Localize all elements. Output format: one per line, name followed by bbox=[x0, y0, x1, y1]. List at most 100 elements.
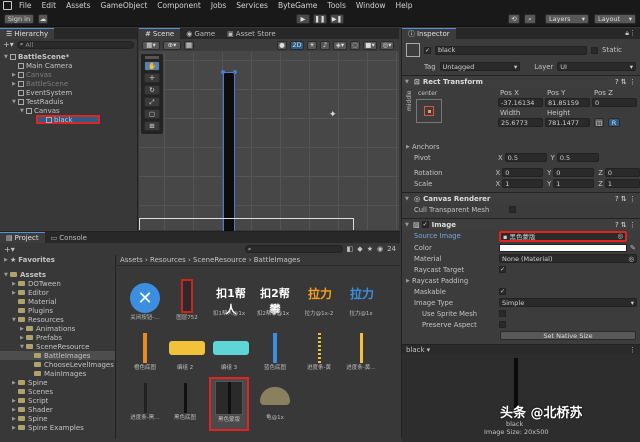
object-picker-icon[interactable]: ◎ bbox=[628, 255, 634, 263]
asset-item[interactable]: 进度条-黄 bbox=[301, 333, 337, 379]
active-toggle[interactable]: ✓ bbox=[424, 46, 431, 54]
rotate-tool-icon[interactable]: ↻ bbox=[144, 85, 160, 95]
mode-2d-button[interactable]: 2D bbox=[290, 40, 304, 50]
folder-item[interactable]: BattleImages bbox=[0, 351, 115, 360]
asset-item-selected[interactable]: 黑色蒙版 bbox=[209, 377, 249, 431]
folder-item[interactable]: ▶ Spine Examples bbox=[0, 423, 115, 432]
menu-help[interactable]: Help bbox=[390, 1, 417, 10]
hierarchy-item[interactable]: EventSystem bbox=[0, 88, 137, 97]
hierarchy-item[interactable]: black bbox=[36, 115, 100, 124]
anchor-handle[interactable] bbox=[233, 70, 237, 74]
visibility-icon[interactable]: ◌ bbox=[350, 40, 360, 50]
width-field[interactable]: 25.6773 bbox=[498, 118, 543, 127]
menu-services[interactable]: Services bbox=[231, 1, 273, 10]
search-icon[interactable]: ⌕ bbox=[524, 14, 536, 24]
menu-gameobject[interactable]: GameObject bbox=[96, 1, 153, 10]
rotation-x-field[interactable]: 0 bbox=[502, 168, 544, 177]
eyedropper-icon[interactable]: ✎ bbox=[630, 244, 636, 252]
hand-tool-icon[interactable]: ✋ bbox=[144, 61, 160, 71]
component-menu-icon[interactable]: ? ⇅ ⋮ bbox=[615, 195, 640, 203]
posy-field[interactable]: 81.85159 bbox=[545, 98, 590, 107]
asset-item[interactable]: 编组 2 bbox=[167, 333, 207, 379]
scale-tool-icon[interactable]: ⤢ bbox=[144, 97, 160, 107]
tab-scene[interactable]: # Scene bbox=[139, 28, 181, 39]
draw-mode-icon[interactable]: ▦▾ bbox=[142, 40, 160, 50]
folder-item[interactable]: ▼ Resources bbox=[0, 315, 115, 324]
anchor-preset-button[interactable] bbox=[416, 99, 442, 123]
image-header[interactable]: ▼ ▨ ✓ Image ? ⇅ ⋮ bbox=[402, 218, 640, 230]
preview-menu-icon[interactable]: ⋮ bbox=[629, 346, 640, 354]
scale-x-field[interactable]: 1 bbox=[502, 179, 544, 188]
cloud-icon[interactable]: ☁ bbox=[38, 14, 48, 24]
tab-inspector[interactable]: ⓘ Inspector bbox=[402, 28, 456, 39]
maskable-checkbox[interactable]: ✓ bbox=[499, 288, 506, 295]
play-button[interactable]: ▶ bbox=[296, 14, 310, 24]
folder-item[interactable]: ▶ DOTween bbox=[0, 279, 115, 288]
tab-project[interactable]: ▤ Project bbox=[0, 232, 45, 243]
asset-item[interactable]: 拉力 拉力@1x-2 bbox=[301, 285, 339, 329]
favorites-item[interactable]: ▶ ★ Favorites bbox=[0, 255, 115, 264]
rotation-y-field[interactable]: 0 bbox=[553, 168, 595, 177]
menu-component[interactable]: Component bbox=[152, 1, 206, 10]
folder-item[interactable]: ▶ Editor bbox=[0, 288, 115, 297]
project-search-input[interactable]: ⌕ bbox=[244, 245, 343, 253]
hierarchy-item[interactable]: Main Camera bbox=[0, 61, 137, 70]
asset-item[interactable]: ✕ 关闭按钮-… bbox=[127, 283, 163, 329]
pivot-x-field[interactable]: 0.5 bbox=[504, 153, 547, 162]
pivot-icon[interactable]: ⊕▾ bbox=[163, 40, 181, 50]
canvas-renderer-header[interactable]: ▼ ◎ Canvas Renderer ? ⇅ ⋮ bbox=[402, 192, 640, 204]
audio-icon[interactable]: ♪ bbox=[320, 40, 330, 50]
posx-field[interactable]: -37.16134 bbox=[498, 98, 543, 107]
folder-item[interactable]: ▶ Animations bbox=[0, 324, 115, 333]
rect-transform-header[interactable]: ▼ ⊡ Rect Transform ? ⇅ ⋮ bbox=[402, 75, 640, 87]
image-enabled-checkbox[interactable]: ✓ bbox=[421, 221, 429, 228]
rect-tool-icon[interactable]: ▢ bbox=[144, 109, 160, 119]
folder-item[interactable]: Plugins bbox=[0, 306, 115, 315]
folder-item[interactable]: ▶ Script bbox=[0, 396, 115, 405]
asset-item[interactable]: 拉力 拉力@1x bbox=[343, 285, 381, 329]
object-picker-icon[interactable]: ◎ bbox=[617, 232, 623, 240]
component-menu-icon[interactable]: ? ⇅ ⋮ bbox=[615, 78, 640, 86]
effects-icon[interactable]: ◈▾ bbox=[333, 40, 347, 50]
black-rect-object[interactable] bbox=[223, 72, 235, 232]
use-sprite-mesh-checkbox[interactable] bbox=[499, 310, 506, 317]
component-menu-icon[interactable]: ? ⇅ ⋮ bbox=[615, 221, 640, 229]
asset-item[interactable]: 进度条-黑… bbox=[127, 383, 163, 429]
breadcrumb-item[interactable]: Assets bbox=[120, 256, 143, 264]
asset-item[interactable]: 图层752 bbox=[169, 279, 205, 329]
folder-item[interactable]: ▶ Spine bbox=[0, 414, 115, 423]
shading-icon[interactable]: ● bbox=[277, 40, 287, 50]
filter-icon[interactable]: ◧ bbox=[347, 245, 354, 253]
menu-edit[interactable]: Edit bbox=[37, 1, 62, 10]
asset-item[interactable]: 扣2帮攀 扣2帮攀@1x bbox=[255, 285, 295, 329]
preview-header[interactable]: black ▾ ⋮ bbox=[402, 344, 640, 354]
menu-bytegame[interactable]: ByteGame bbox=[273, 1, 322, 10]
layout-dropdown[interactable]: Layout ▾ bbox=[594, 14, 636, 24]
folder-item[interactable]: MainImages bbox=[0, 369, 115, 378]
asset-item[interactable]: 扣1帮人 扣1帮人@1x bbox=[211, 285, 251, 329]
tab-hierarchy[interactable]: ☰ Hierarchy bbox=[0, 28, 55, 39]
pause-button[interactable]: ❚❚ bbox=[313, 14, 327, 24]
camera-icon[interactable]: ■▾ bbox=[363, 40, 377, 50]
height-field[interactable]: 781.1477 bbox=[545, 118, 590, 127]
menu-file[interactable]: File bbox=[14, 1, 37, 10]
menu-tools[interactable]: Tools bbox=[322, 1, 350, 10]
asset-item[interactable]: 橙色底图 bbox=[127, 333, 163, 379]
eye-icon[interactable]: ◉ bbox=[377, 245, 383, 253]
anchor-handle[interactable] bbox=[221, 70, 225, 74]
asset-item[interactable]: 进度条-黄… bbox=[343, 333, 379, 379]
add-icon[interactable]: +▾ bbox=[3, 40, 14, 49]
blueprint-mode-icon[interactable]: ◫ bbox=[594, 118, 604, 127]
raycast-padding-row[interactable]: ▶ Raycast Padding bbox=[402, 275, 640, 286]
hierarchy-item[interactable]: ▼ TestRaduis bbox=[0, 97, 137, 106]
folder-item[interactable]: ▶ Shader bbox=[0, 405, 115, 414]
source-image-field[interactable]: ▪ 黑色蒙版 ◎ bbox=[499, 230, 627, 242]
rotation-z-field[interactable]: 0 bbox=[604, 168, 640, 177]
tab-console[interactable]: ▭ Console bbox=[45, 232, 93, 243]
asset-item[interactable]: 黑色底图 bbox=[167, 383, 203, 429]
lighting-icon[interactable]: ☀ bbox=[307, 40, 317, 50]
transform-tool-icon[interactable]: ⊞ bbox=[144, 121, 160, 131]
step-button[interactable]: ▶❚ bbox=[330, 14, 344, 24]
history-icon[interactable]: ⟲ bbox=[508, 14, 520, 24]
lock-icon[interactable]: 🔒︎⋮ bbox=[625, 28, 640, 39]
